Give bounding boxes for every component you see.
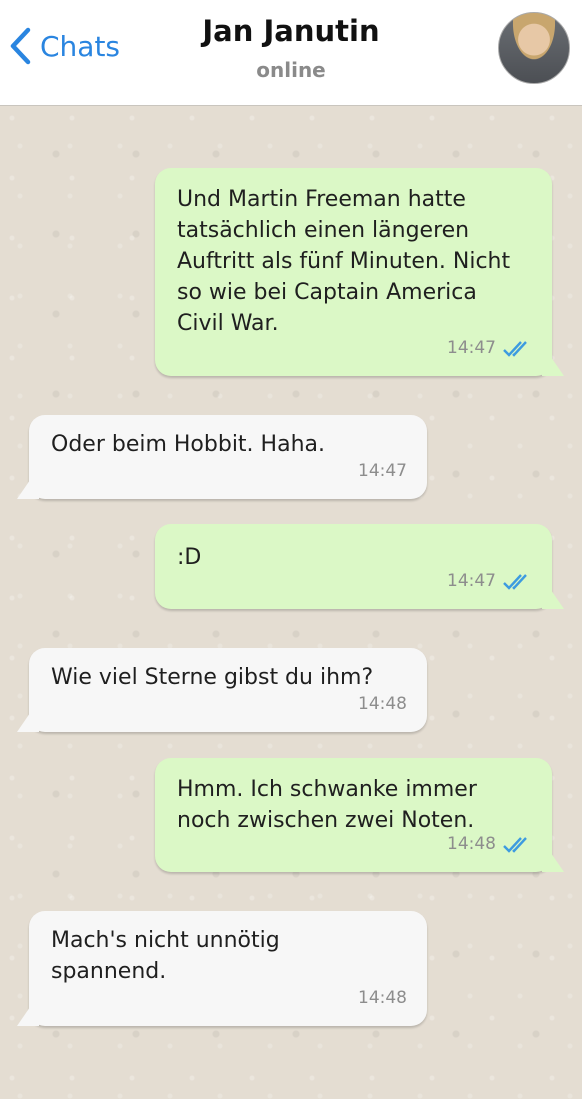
message-time: 14:47 <box>447 338 496 358</box>
message-incoming[interactable]: Wie viel Sterne gibst du ihm? 14:48 <box>17 648 427 732</box>
bubble-tail <box>542 354 564 376</box>
message-list[interactable]: Und Martin Freeman hatte tatsächlich ein… <box>0 106 582 1099</box>
message-text: Wie viel Sterne gibst du ihm? <box>51 665 374 690</box>
message-meta: 14:47 <box>447 566 532 597</box>
message-incoming[interactable]: Mach's nicht unnötig spannend. 14:48 <box>17 911 427 1026</box>
chat-header: Chats Jan Janutin online <box>0 0 582 106</box>
message-meta: 14:47 <box>447 333 532 364</box>
message-outgoing[interactable]: Hmm. Ich schwanke immer noch zwischen zw… <box>155 758 564 872</box>
message-time: 14:47 <box>447 571 496 591</box>
double-check-icon <box>503 573 527 590</box>
message-time: 14:48 <box>358 694 407 714</box>
bubble-tail <box>542 850 564 872</box>
message-meta: 14:48 <box>358 983 407 1014</box>
message-time: 14:47 <box>358 461 407 481</box>
message-text: Und Martin Freeman hatte tatsächlich ein… <box>177 187 511 336</box>
bubble-tail <box>542 587 564 609</box>
message-meta: 14:48 <box>447 829 532 860</box>
double-check-icon <box>503 836 527 853</box>
message-outgoing[interactable]: :D 14:47 <box>155 524 564 609</box>
message-text: Oder beim Hobbit. Haha. <box>51 432 325 457</box>
message-incoming[interactable]: Oder beim Hobbit. Haha. 14:47 <box>17 415 427 499</box>
bubble-tail <box>17 710 39 732</box>
message-text: Mach's nicht unnötig spannend. <box>51 928 280 984</box>
message-time: 14:48 <box>447 834 496 854</box>
contact-name[interactable]: Jan Janutin <box>0 14 582 48</box>
double-check-icon <box>503 340 527 357</box>
message-meta: 14:48 <box>358 689 407 720</box>
bubble-tail <box>17 477 39 499</box>
bubble-tail <box>17 1004 39 1026</box>
contact-status: online <box>256 58 326 82</box>
message-meta: 14:47 <box>358 456 407 487</box>
avatar[interactable] <box>498 12 570 84</box>
message-outgoing[interactable]: Und Martin Freeman hatte tatsächlich ein… <box>155 168 564 376</box>
message-text: Hmm. Ich schwanke immer noch zwischen zw… <box>177 777 477 833</box>
message-time: 14:48 <box>358 988 407 1008</box>
